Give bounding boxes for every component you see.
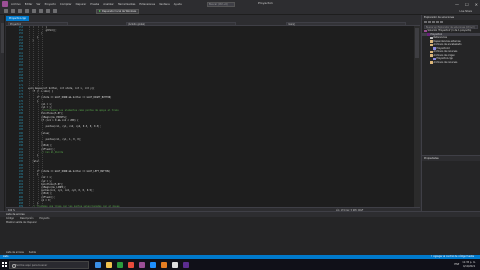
visual-studio-logo-icon (2, 1, 8, 7)
language-indicator[interactable]: ESP (454, 263, 459, 266)
tree-item-icon (430, 43, 433, 46)
code-editor[interactable]: 153 154 155 156 157 158 159 160 161 162 163 164 165 1… (6, 26, 420, 211)
properties-panel: Propiedades (421, 155, 480, 211)
play-icon (99, 10, 101, 12)
menu-item[interactable]: Depurar (76, 3, 87, 6)
start-debugging-button[interactable]: Depurador local de Windows (96, 8, 140, 14)
close-icon[interactable]: ✕ (475, 2, 478, 7)
menu-item[interactable]: Compilar (60, 3, 72, 6)
menu-item[interactable]: Herramientas (118, 3, 136, 6)
tree-item-icon (424, 29, 427, 32)
taskbar-apps (95, 261, 189, 268)
sync-icon[interactable] (428, 20, 431, 24)
taskbar-app-icon[interactable] (183, 261, 189, 268)
tree-item-icon (427, 33, 430, 36)
line-number-gutter: 153 154 155 156 157 158 159 160 161 162 163 164 165 1… (6, 26, 26, 211)
indent-guide (37, 26, 39, 208)
taskbar-app-icon[interactable] (161, 261, 167, 268)
start-button[interactable] (0, 259, 9, 270)
taskbar-app-icon[interactable] (95, 261, 101, 268)
indent-guide (29, 26, 30, 208)
clock[interactable]: 11:35 p. m. 4/10/2021 (462, 261, 476, 267)
windows-logo-icon (2, 262, 7, 267)
clock-date: 4/10/2021 (462, 264, 476, 268)
live-share-button[interactable]: Live Share (459, 10, 472, 13)
menu-item[interactable]: Extensiones (139, 3, 155, 6)
output-source-row: Mostrar salida de: Depurar (0, 221, 480, 225)
back-icon[interactable] (4, 9, 8, 13)
open-icon[interactable] (25, 9, 29, 13)
redo-icon[interactable] (53, 9, 57, 13)
code-line[interactable]: // Con Gl_Points (41, 151, 63, 154)
taskbar-app-icon[interactable] (172, 261, 178, 268)
tree-item-icon (430, 40, 433, 43)
menu-item[interactable]: Analizar (103, 3, 113, 6)
solution-tree: Solución 'Proyecto1' (1 de 1 proyecto) Pr… (422, 29, 480, 64)
menu-bar: Archivo Editar Ver Proyecto Compilar Depurar P… (11, 3, 182, 6)
server-explorer-tab[interactable] (1, 23, 4, 53)
menu-item[interactable]: Prueba (90, 3, 99, 6)
scope-dropdown[interactable]: (Ámbito global) (126, 21, 236, 26)
editor-scrollbar[interactable] (414, 26, 420, 211)
scrollbar-thumb[interactable] (415, 28, 419, 58)
code-line[interactable]: if (cx1 > 0 && cx1 < 200) { (41, 119, 78, 122)
menu-item[interactable]: Ver (36, 3, 40, 6)
tree-item[interactable]: Archivos de recursos (422, 61, 480, 65)
output-source-label: Mostrar salida de: Depurar (6, 221, 37, 224)
home-icon[interactable] (424, 20, 427, 24)
project-dropdown[interactable]: Proyecto1 (8, 21, 68, 26)
error-list-panel: Lista de errores Código Descripción Proy… (0, 211, 480, 259)
new-file-icon[interactable] (18, 9, 22, 13)
standard-toolbar: Depurador local de Windows (0, 8, 480, 15)
properties-icon[interactable] (440, 20, 443, 24)
left-tool-strip (0, 15, 5, 211)
taskbar-app-icon[interactable] (106, 261, 112, 268)
system-tray: ESP 11:35 p. m. 4/10/2021 (454, 259, 476, 270)
menu-item[interactable]: Archivo (11, 3, 21, 6)
undo-icon[interactable] (46, 9, 50, 13)
column-project[interactable]: Proyecto (39, 217, 49, 221)
code-line[interactable]: puntos(cx1, cy1, 1, 0, 0); (46, 138, 82, 141)
vs-window: Archivo Editar Ver Proyecto Compilar Depurar P… (0, 0, 480, 270)
code-line[interactable]: if (state == GLUT_DOWN && button == GLUT… (37, 96, 112, 99)
project-title: Proyecto1 (258, 1, 273, 5)
windows-taskbar: Escribe aquí para buscar ESP 11:35 p. m.… (0, 259, 480, 270)
status-text: Listo (3, 255, 9, 258)
menu-item[interactable]: Ventana (159, 3, 170, 6)
save-all-icon[interactable] (39, 9, 43, 13)
tree-item-icon (430, 61, 433, 64)
indent-guide (42, 26, 44, 208)
solution-explorer-toolbar (422, 20, 480, 24)
maximize-icon[interactable]: ☐ (465, 2, 469, 7)
tree-item-icon (430, 36, 433, 39)
taskbar-app-icon[interactable] (150, 261, 156, 268)
menu-item[interactable]: Proyecto (45, 3, 56, 6)
code-area[interactable]: } glEnd();}}} void mouse(int button, int s… (28, 26, 412, 211)
title-bar: Archivo Editar Ver Proyecto Compilar Depurar P… (0, 0, 480, 8)
code-line[interactable]: puntos(cx1, cy1, cx2, cy2, 0.5, 0, 0.5); (46, 125, 101, 128)
quick-search-input[interactable]: Buscar (Ctrl+Q) (207, 1, 235, 7)
window-controls: — ☐ ✕ (455, 0, 478, 8)
start-debugging-label: Depurador local de Windows (102, 9, 137, 13)
taskbar-app-icon[interactable] (128, 261, 134, 268)
tree-item-icon (430, 50, 433, 53)
menu-item[interactable]: Editar (25, 3, 33, 6)
taskbar-app-icon[interactable] (117, 261, 123, 268)
solution-search-input[interactable]: Buscar en Explorador de soluciones (Ctrl… (424, 24, 478, 29)
member-dropdown[interactable]: main() (286, 21, 406, 26)
code-line[interactable]: if (state == GLUT_DOWN && button == GLUT… (37, 170, 110, 173)
tree-item-label: Archivos de recursos (433, 60, 458, 64)
collapse-icon[interactable] (436, 20, 439, 24)
tree-item-icon (430, 54, 433, 57)
code-line[interactable]: glEnd(); (46, 29, 57, 32)
save-icon[interactable] (32, 9, 36, 13)
indent-guide (33, 26, 35, 208)
forward-icon[interactable] (11, 9, 15, 13)
taskbar-search-input[interactable]: Escribe aquí para buscar (9, 260, 89, 269)
menu-item[interactable]: Ayuda (174, 3, 182, 6)
taskbar-app-icon[interactable] (139, 261, 145, 268)
minimize-icon[interactable]: — (455, 2, 459, 7)
refresh-icon[interactable] (432, 20, 435, 24)
properties-title: Propiedades (422, 156, 480, 161)
